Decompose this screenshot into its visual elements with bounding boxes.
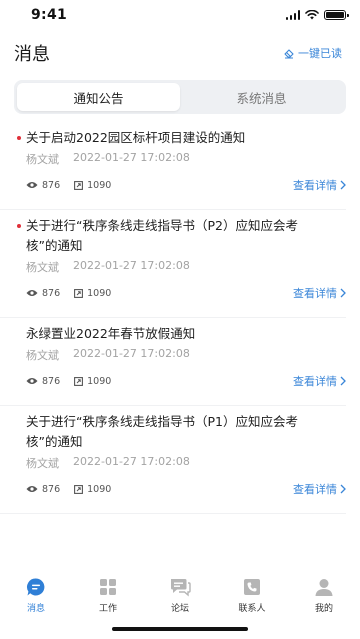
notice-meta: 杨文斌 2022-01-27 17:02:08 [26, 347, 318, 363]
view-details-link[interactable]: 查看详情 [293, 281, 346, 305]
notice-title: 永绿置业2022年春节放假通知 [26, 324, 318, 344]
share-count-value: 1090 [87, 179, 112, 191]
notice-stats: 876 1090 [26, 281, 318, 317]
share-count-value: 1090 [87, 375, 112, 387]
chevron-right-icon [340, 180, 346, 190]
share-count: 1090 [74, 376, 111, 387]
notice-stats: 876 1090 [26, 477, 318, 513]
chevron-right-icon [340, 376, 346, 386]
notice-item[interactable]: 关于进行“秩序条线走线指导书（P2）应知应会考核”的通知 杨文斌 2022-01… [0, 210, 346, 318]
notice-datetime: 2022-01-27 17:02:08 [73, 455, 190, 468]
tab-system-messages[interactable]: 系统消息 [180, 83, 343, 111]
view-details-label: 查看详情 [293, 375, 337, 388]
forum-icon [171, 579, 191, 597]
bottom-nav: 消息 工作 论坛 联系人 我的 [0, 573, 360, 623]
person-icon [315, 579, 333, 596]
eye-icon [26, 378, 38, 384]
view-count-value: 876 [42, 179, 61, 191]
tab-notices[interactable]: 通知公告 [17, 83, 180, 111]
share-count-value: 1090 [87, 483, 112, 495]
notice-author: 杨文斌 [26, 457, 59, 470]
share-count: 1090 [74, 288, 111, 299]
chevron-right-icon [340, 288, 346, 298]
view-details-label: 查看详情 [293, 179, 337, 192]
nav-item-work[interactable]: 工作 [72, 573, 144, 623]
view-count-value: 876 [42, 375, 61, 387]
page-title: 消息 [14, 44, 50, 65]
notice-title-text: 关于进行“秩序条线走线指导书（P2）应知应会考核”的通知 [26, 218, 298, 253]
unread-dot [17, 136, 21, 140]
nav-item-profile[interactable]: 我的 [288, 573, 360, 623]
status-time: 9:41 [31, 7, 68, 23]
eye-icon [26, 486, 38, 492]
notice-datetime: 2022-01-27 17:02:08 [73, 347, 190, 360]
notice-datetime: 2022-01-27 17:02:08 [73, 151, 190, 164]
battery-icon [324, 10, 349, 20]
share-box-icon [74, 376, 84, 386]
notice-meta: 杨文斌 2022-01-27 17:02:08 [26, 259, 318, 275]
status-icons [285, 10, 349, 20]
notice-stats: 876 1090 [26, 173, 318, 209]
nav-label: 我的 [314, 604, 333, 614]
notice-stats: 876 1090 [26, 369, 318, 405]
wifi-icon [305, 10, 319, 20]
unread-dot [17, 224, 21, 228]
notice-datetime: 2022-01-27 17:02:08 [73, 259, 190, 272]
view-count: 876 [26, 180, 60, 191]
eye-icon [26, 290, 38, 296]
notice-author: 杨文斌 [26, 153, 59, 166]
nav-label: 工作 [98, 604, 117, 614]
share-box-icon [74, 288, 84, 298]
view-details-label: 查看详情 [293, 287, 337, 300]
notice-title: 关于进行“秩序条线走线指导书（P1）应知应会考核”的通知 [26, 412, 318, 452]
share-box-icon [74, 180, 84, 190]
share-count: 1090 [74, 484, 111, 495]
notice-author: 杨文斌 [26, 349, 59, 362]
notice-list: 关于启动2022园区标杆项目建设的通知 杨文斌 2022-01-27 17:02… [0, 122, 360, 514]
notice-meta: 杨文斌 2022-01-27 17:02:08 [26, 455, 318, 471]
view-count: 876 [26, 376, 60, 387]
view-details-label: 查看详情 [293, 483, 337, 496]
share-count-value: 1090 [87, 287, 112, 299]
nav-label: 论坛 [170, 604, 189, 614]
notice-meta: 杨文斌 2022-01-27 17:02:08 [26, 151, 318, 167]
cellular-signal-icon [285, 10, 300, 20]
notice-item[interactable]: 关于进行“秩序条线走线指导书（P1）应知应会考核”的通知 杨文斌 2022-01… [0, 406, 346, 514]
segmented-tabs: 通知公告 系统消息 [14, 80, 346, 114]
nav-item-forum[interactable]: 论坛 [144, 573, 216, 623]
phone-contact-icon [244, 579, 260, 595]
notice-title: 关于启动2022园区标杆项目建设的通知 [17, 128, 318, 148]
notice-title: 关于进行“秩序条线走线指导书（P2）应知应会考核”的通知 [17, 216, 318, 256]
notice-title-text: 关于进行“秩序条线走线指导书（P1）应知应会考核”的通知 [26, 414, 298, 449]
notice-title-text: 关于启动2022园区标杆项目建设的通知 [26, 130, 246, 145]
view-details-link[interactable]: 查看详情 [293, 173, 346, 197]
chat-bubble-icon [27, 578, 45, 596]
share-count: 1090 [74, 180, 111, 191]
clear-read-icon [284, 49, 294, 59]
home-indicator [112, 627, 248, 631]
nav-label: 消息 [26, 604, 45, 614]
view-details-link[interactable]: 查看详情 [293, 477, 346, 501]
view-count-value: 876 [42, 483, 61, 495]
grid-apps-icon [100, 579, 116, 595]
notice-item[interactable]: 关于启动2022园区标杆项目建设的通知 杨文斌 2022-01-27 17:02… [0, 122, 346, 210]
nav-item-messages[interactable]: 消息 [0, 573, 72, 623]
notice-author: 杨文斌 [26, 261, 59, 274]
chevron-right-icon [340, 484, 346, 494]
share-box-icon [74, 484, 84, 494]
nav-label: 联系人 [238, 604, 266, 614]
view-count: 876 [26, 288, 60, 299]
header: 消息 一键已读 [0, 38, 360, 70]
mark-all-read-label: 一键已读 [298, 47, 342, 60]
eye-icon [26, 182, 38, 188]
view-count: 876 [26, 484, 60, 495]
notice-title-text: 永绿置业2022年春节放假通知 [26, 326, 196, 341]
status-bar: 9:41 [0, 0, 360, 34]
nav-item-contacts[interactable]: 联系人 [216, 573, 288, 623]
view-details-link[interactable]: 查看详情 [293, 369, 346, 393]
notice-item[interactable]: 永绿置业2022年春节放假通知 杨文斌 2022-01-27 17:02:08 … [0, 318, 346, 406]
mark-all-read-button[interactable]: 一键已读 [283, 45, 342, 61]
view-count-value: 876 [42, 287, 61, 299]
